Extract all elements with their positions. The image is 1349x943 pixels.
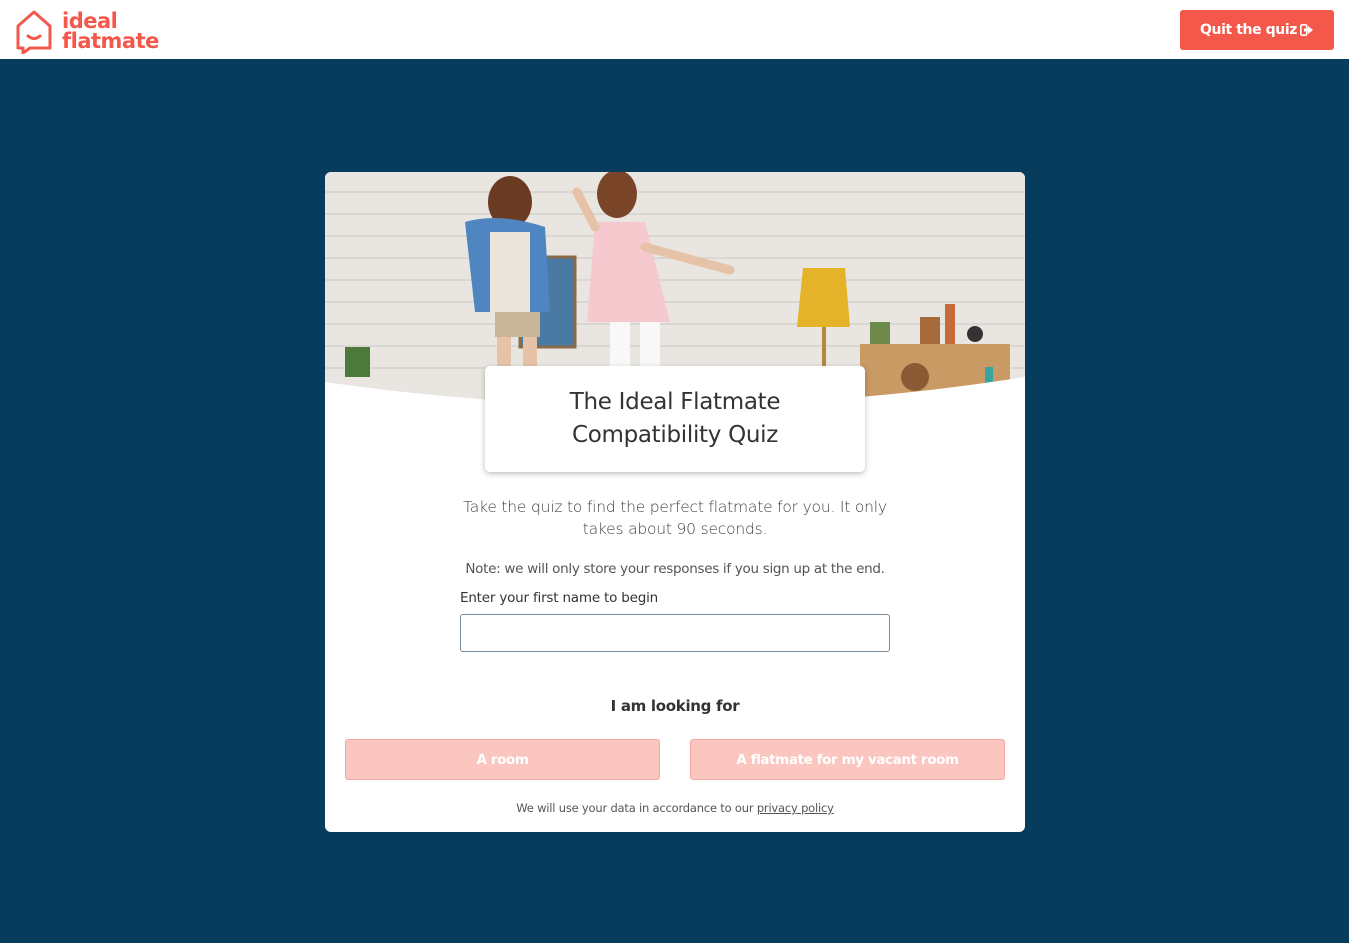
house-chat-icon [16, 10, 52, 54]
ideal-flatmate-logo[interactable]: ideal flatmate [14, 8, 159, 54]
sign-out-icon [1300, 24, 1313, 36]
first-name-input[interactable] [460, 614, 890, 652]
storage-note: Note: we will only store your responses … [465, 561, 885, 577]
quiz-title: The Ideal Flatmate Compatibility Quiz [569, 386, 781, 452]
option-flatmate-button[interactable]: A flatmate for my vacant room [690, 739, 1005, 780]
quiz-title-box: The Ideal Flatmate Compatibility Quiz [485, 366, 865, 472]
quit-quiz-label: Quit the quiz [1200, 22, 1297, 38]
quiz-title-line1: The Ideal Flatmate [569, 389, 781, 415]
looking-for-heading: I am looking for [610, 697, 740, 715]
quiz-intro: Take the quiz to find the perfect flatma… [463, 498, 887, 538]
privacy-policy-link[interactable]: privacy policy [757, 801, 834, 815]
privacy-prefix: We will use your data in accordance to o… [516, 801, 757, 815]
first-name-label: Enter your first name to begin [460, 590, 659, 606]
option-room-button[interactable]: A room [345, 739, 660, 780]
logo-wordmark: ideal flatmate [62, 9, 159, 53]
privacy-notice: We will use your data in accordance to o… [325, 801, 1025, 815]
quiz-card: The Ideal Flatmate Compatibility Quiz Ta… [325, 172, 1025, 832]
top-bar: ideal flatmate Quit the quiz [0, 0, 1349, 59]
quiz-title-line2: Compatibility Quiz [571, 422, 779, 448]
quit-quiz-button[interactable]: Quit the quiz [1180, 10, 1334, 50]
